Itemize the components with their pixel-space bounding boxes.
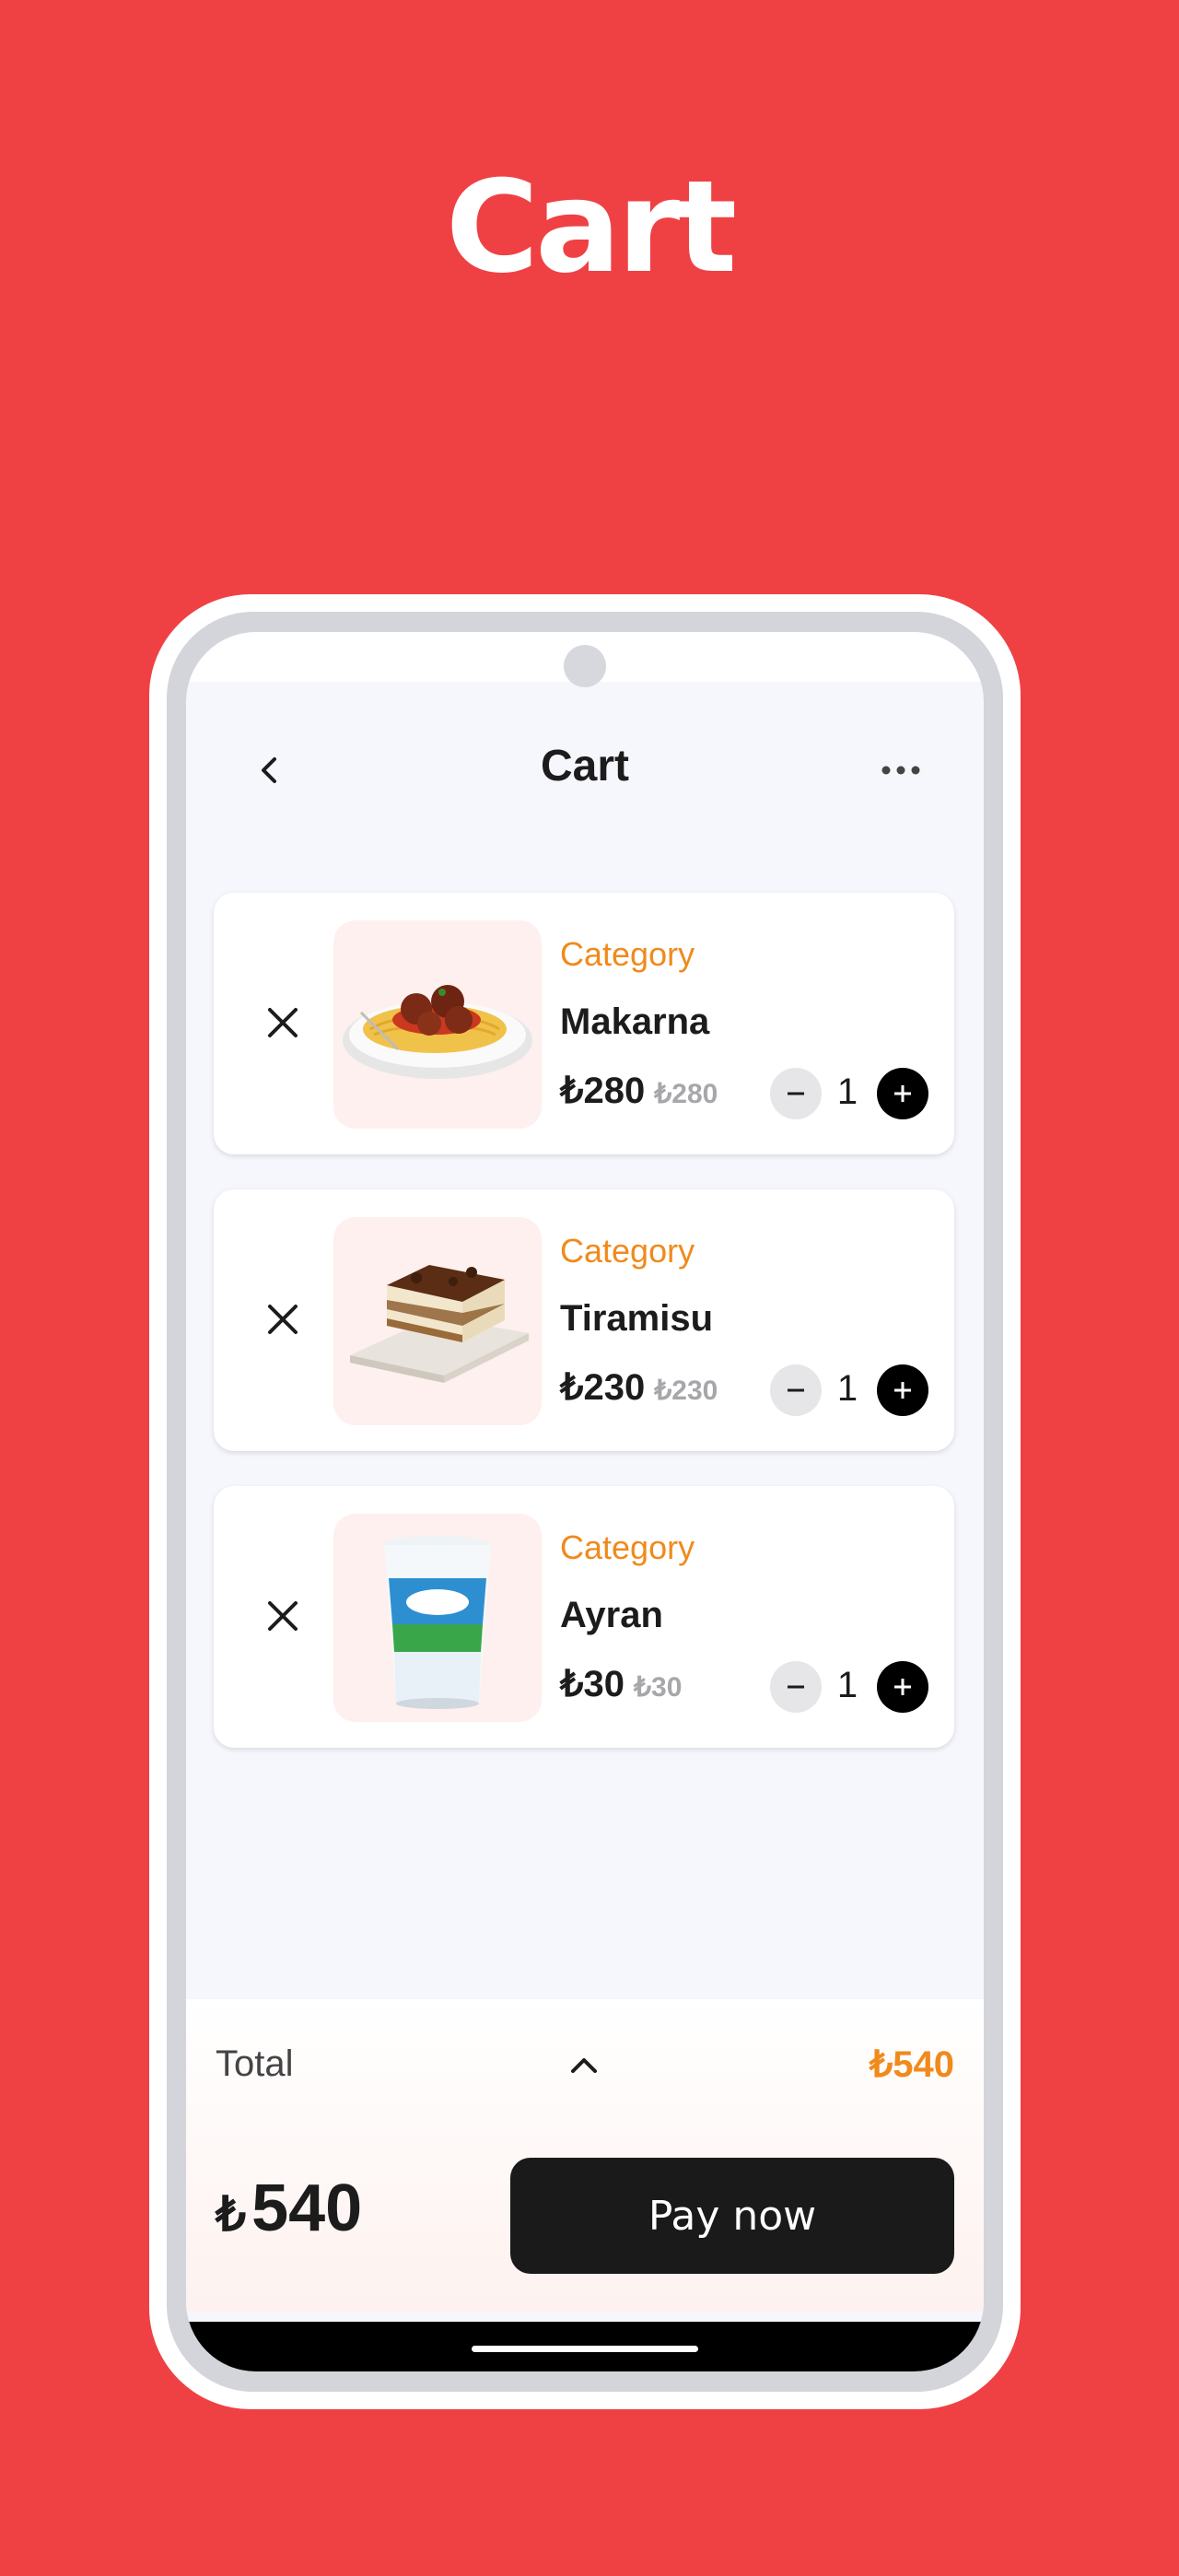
phone-screen: Cart Category Makarna ₺280 ₺280 1 Catego…: [186, 632, 984, 2371]
decrease-quantity-button[interactable]: [770, 1364, 822, 1416]
remove-item-button[interactable]: [251, 990, 315, 1055]
minus-icon: [788, 1685, 804, 1689]
close-icon: [268, 1008, 298, 1037]
remove-item-button[interactable]: [251, 1584, 315, 1648]
decrease-quantity-button[interactable]: [770, 1068, 822, 1119]
home-indicator[interactable]: [472, 2346, 698, 2352]
promo-headline: Cart: [445, 153, 737, 301]
more-options-button[interactable]: [864, 733, 938, 807]
increase-quantity-button[interactable]: [877, 1364, 928, 1416]
remove-item-button[interactable]: [251, 1287, 315, 1352]
cart-item-card: Category Ayran ₺30 ₺30 1: [214, 1486, 954, 1748]
item-current-price: ₺230: [560, 1367, 646, 1408]
total-value: ₺540: [869, 2044, 954, 2085]
pay-now-button[interactable]: Pay now: [510, 2158, 954, 2274]
item-name: Ayran: [560, 1595, 663, 1635]
checkout-panel: Total ₺540 ₺540 Pay now: [186, 1999, 984, 2313]
cart-item-card: Category Tiramisu ₺230 ₺230 1: [214, 1189, 954, 1451]
item-category: Category: [560, 1232, 695, 1270]
app-bar: Cart: [186, 715, 984, 825]
plus-icon: [894, 1382, 911, 1399]
item-quantity: 1: [836, 1665, 858, 1705]
plus-icon: [894, 1679, 911, 1695]
minus-icon: [788, 1388, 804, 1392]
product-image-spaghetti: [333, 920, 542, 1129]
cart-item-card: Category Makarna ₺280 ₺280 1: [214, 893, 954, 1154]
expand-summary-button[interactable]: [556, 2038, 612, 2093]
item-old-price: ₺30: [633, 1672, 683, 1703]
minus-icon: [788, 1092, 804, 1095]
grand-total-amount: 540: [251, 2172, 363, 2245]
item-quantity: 1: [836, 1368, 858, 1409]
front-camera: [564, 645, 606, 687]
close-icon: [268, 1305, 298, 1334]
item-price: ₺280 ₺280: [560, 1070, 718, 1112]
item-current-price: ₺280: [560, 1071, 646, 1111]
item-price: ₺30 ₺30: [560, 1663, 682, 1705]
plus-icon: [894, 1085, 911, 1102]
item-quantity: 1: [836, 1071, 858, 1112]
item-name: Tiramisu: [560, 1298, 713, 1339]
item-old-price: ₺280: [654, 1079, 718, 1109]
grand-total-currency: ₺: [216, 2188, 247, 2242]
product-image-tiramisu: [333, 1217, 542, 1425]
item-name: Makarna: [560, 1001, 710, 1042]
close-icon: [268, 1601, 298, 1631]
product-image-ayran: [333, 1514, 542, 1722]
total-label: Total: [216, 2043, 294, 2084]
grand-total: ₺540: [216, 2171, 362, 2246]
decrease-quantity-button[interactable]: [770, 1661, 822, 1713]
item-current-price: ₺30: [560, 1664, 625, 1704]
chevron-up-icon: [571, 2058, 597, 2073]
item-category: Category: [560, 935, 695, 973]
more-horizontal-icon: [881, 766, 920, 775]
item-price: ₺230 ₺230: [560, 1366, 718, 1409]
increase-quantity-button[interactable]: [877, 1068, 928, 1119]
item-old-price: ₺230: [654, 1376, 718, 1406]
increase-quantity-button[interactable]: [877, 1661, 928, 1713]
item-category: Category: [560, 1528, 695, 1566]
system-nav-bar: [186, 2322, 984, 2371]
